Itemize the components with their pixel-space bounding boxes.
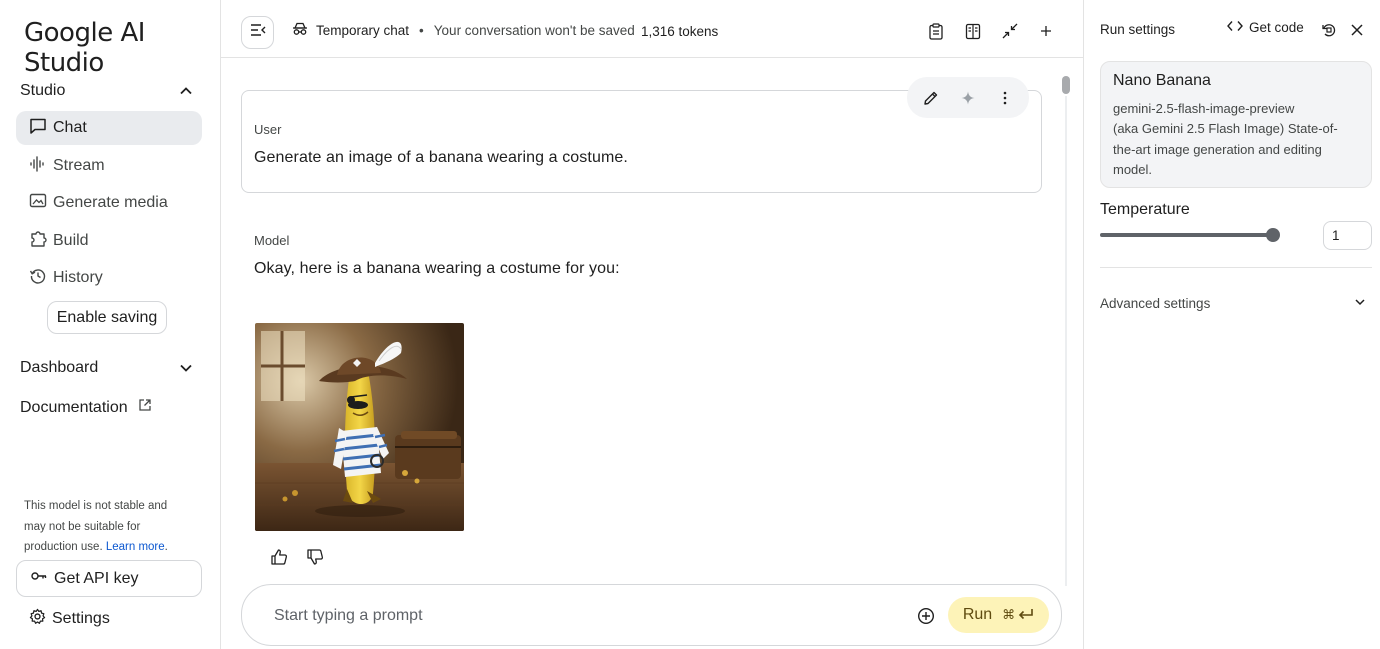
learn-more-link[interactable]: Learn more bbox=[106, 541, 165, 553]
sidebar-item-settings[interactable]: Settings bbox=[29, 608, 110, 630]
toggle-sidebar-button[interactable] bbox=[241, 16, 274, 49]
add-media-plus-icon[interactable] bbox=[915, 605, 937, 627]
chat-subtitle: Your conversation won't be saved bbox=[433, 23, 635, 38]
run-shortcut: ⌘ bbox=[1002, 607, 1034, 623]
scrollbar-thumb[interactable] bbox=[1062, 76, 1070, 94]
settings-divider bbox=[1100, 267, 1372, 268]
code-icon bbox=[1227, 20, 1243, 35]
user-message: Generate an image of a banana wearing a … bbox=[254, 149, 628, 166]
temperature-slider[interactable] bbox=[1100, 226, 1284, 244]
model-stability-notice: This model is not stable and may not be … bbox=[24, 500, 168, 553]
key-icon bbox=[30, 567, 48, 590]
api-key-label: Get API key bbox=[54, 569, 139, 587]
stream-icon bbox=[29, 155, 47, 178]
thumbs-down-icon[interactable] bbox=[304, 546, 326, 568]
model-id: gemini-2.5-flash-image-preview bbox=[1113, 101, 1295, 116]
run-label: Run bbox=[962, 606, 993, 623]
chat-area: User Generate an image of a banana weari… bbox=[221, 58, 1083, 649]
run-settings-title: Run settings bbox=[1100, 22, 1176, 37]
sidebar-item-label: Generate media bbox=[53, 194, 168, 211]
run-settings-panel: Run settings Get code Nano Banana gemini… bbox=[1083, 0, 1380, 649]
scrollbar-track bbox=[1065, 96, 1067, 586]
chevron-down-icon bbox=[176, 358, 196, 378]
prompt-composer: Run ⌘ bbox=[241, 584, 1062, 646]
model-message: Okay, here is a banana wearing a costume… bbox=[254, 260, 620, 277]
sidebar-item-chat[interactable]: Chat bbox=[16, 111, 202, 145]
prompt-input[interactable] bbox=[274, 605, 874, 627]
left-sidebar: Google AI Studio Studio Chat Stream Gene… bbox=[0, 0, 221, 649]
sidebar-item-label: Chat bbox=[53, 119, 87, 136]
model-summary: (aka Gemini 2.5 Flash Image) State-of-th… bbox=[1113, 121, 1338, 177]
close-icon[interactable] bbox=[1348, 21, 1366, 39]
reset-settings-icon[interactable] bbox=[1320, 21, 1338, 39]
sidebar-item-build[interactable]: Build bbox=[16, 224, 202, 258]
chat-title: Temporary chat bbox=[316, 23, 410, 38]
model-description: gemini-2.5-flash-image-preview (aka Gemi… bbox=[1113, 99, 1338, 180]
title-separator: • bbox=[419, 23, 424, 38]
run-button[interactable]: Run ⌘ bbox=[948, 597, 1049, 633]
sidebar-item-stream[interactable]: Stream bbox=[16, 149, 202, 183]
generated-banana-image[interactable] bbox=[255, 323, 464, 531]
sidebar-item-label: History bbox=[53, 269, 103, 286]
studio-section-label: Studio bbox=[20, 82, 66, 99]
external-link-icon bbox=[138, 398, 152, 417]
advanced-settings-label: Advanced settings bbox=[1100, 296, 1211, 311]
token-count: 1,316 tokens bbox=[641, 24, 719, 39]
app-logo[interactable]: Google AI Studio bbox=[24, 18, 220, 78]
temperature-input[interactable]: 1 bbox=[1323, 221, 1372, 250]
model-role-label: Model bbox=[254, 233, 290, 248]
dashboard-section-toggle[interactable]: Dashboard bbox=[20, 354, 196, 382]
thumbs-up-icon[interactable] bbox=[268, 546, 290, 568]
chat-scrollbar[interactable] bbox=[1062, 76, 1070, 586]
compare-icon[interactable] bbox=[963, 21, 983, 41]
new-chat-plus-icon[interactable] bbox=[1036, 21, 1056, 41]
dashboard-section-label: Dashboard bbox=[20, 359, 99, 376]
slider-track bbox=[1100, 233, 1274, 237]
build-icon bbox=[29, 230, 47, 253]
enter-key-icon bbox=[1017, 608, 1034, 623]
chat-icon bbox=[29, 117, 47, 140]
chat-topbar: Temporary chat • Your conversation won't… bbox=[221, 0, 1083, 58]
sidebar-item-label: Stream bbox=[53, 157, 105, 174]
settings-label: Settings bbox=[52, 610, 110, 627]
chat-title-group: Temporary chat • Your conversation won't… bbox=[292, 22, 635, 39]
turn-actions-toolbar bbox=[907, 77, 1029, 118]
get-code-label: Get code bbox=[1249, 20, 1304, 35]
get-api-key-button[interactable]: Get API key bbox=[16, 560, 202, 597]
sidebar-item-history[interactable]: History bbox=[16, 261, 202, 295]
enable-saving-button[interactable]: Enable saving bbox=[47, 301, 167, 334]
advanced-settings-toggle[interactable]: Advanced settings bbox=[1100, 296, 1366, 311]
temperature-label: Temperature bbox=[1100, 201, 1190, 218]
documentation-link[interactable]: Documentation bbox=[20, 398, 152, 417]
history-icon bbox=[29, 267, 47, 290]
media-icon bbox=[29, 192, 47, 215]
documentation-label: Documentation bbox=[20, 398, 128, 416]
chevron-up-icon bbox=[176, 81, 196, 101]
menu-collapse-icon bbox=[250, 23, 266, 42]
incognito-icon bbox=[292, 22, 308, 39]
model-name: Nano Banana bbox=[1113, 72, 1211, 89]
collapse-icon[interactable] bbox=[1000, 21, 1020, 41]
chevron-down-icon bbox=[1354, 296, 1366, 311]
studio-section-toggle[interactable]: Studio bbox=[20, 77, 196, 105]
sparkle-icon[interactable] bbox=[956, 86, 980, 110]
more-vert-icon[interactable] bbox=[993, 86, 1017, 110]
model-selector-card[interactable]: Nano Banana gemini-2.5-flash-image-previ… bbox=[1100, 61, 1372, 188]
clipboard-icon[interactable] bbox=[926, 21, 946, 41]
sidebar-item-generate-media[interactable]: Generate media bbox=[16, 186, 202, 220]
get-code-button[interactable]: Get code bbox=[1227, 20, 1304, 35]
edit-pencil-icon[interactable] bbox=[919, 86, 943, 110]
gear-icon bbox=[29, 608, 46, 630]
user-role-label: User bbox=[254, 122, 282, 137]
command-key: ⌘ bbox=[1002, 607, 1016, 622]
ai-studio-app: Google AI Studio Studio Chat Stream Gene… bbox=[0, 0, 1380, 649]
sidebar-item-label: Build bbox=[53, 232, 89, 249]
slider-thumb[interactable] bbox=[1266, 228, 1280, 242]
